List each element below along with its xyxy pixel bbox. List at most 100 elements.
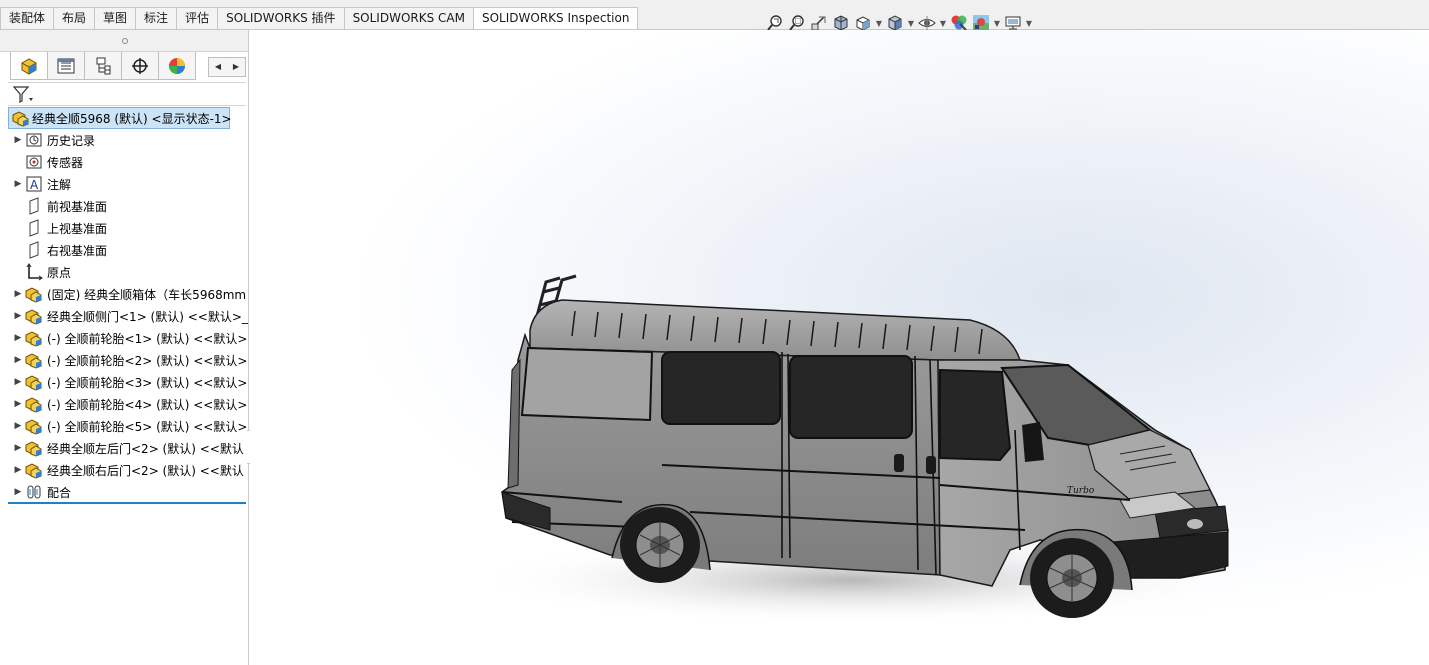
- assembly-icon: [11, 108, 29, 128]
- tree-item-label: (-) 全顺前轮胎<2> (默认) <<默认>: [47, 353, 248, 368]
- tree-item[interactable]: ▶ (-) 全顺前轮胎<4> (默认) <<默认>: [0, 393, 248, 415]
- tree-item[interactable]: ▶ 经典全顺左后门<2> (默认) <<默认: [0, 437, 248, 459]
- mates-icon: [24, 482, 44, 502]
- filter-icon[interactable]: [12, 85, 34, 108]
- tree-item-label: 经典全顺右后门<2> (默认) <<默认: [47, 463, 244, 478]
- tree-item[interactable]: ▶ (-) 全顺前轮胎<1> (默认) <<默认>: [0, 327, 248, 349]
- command-tab[interactable]: SOLIDWORKS CAM: [343, 7, 474, 29]
- tree-item-label: 注解: [47, 177, 72, 192]
- tree-item-label: 右视基准面: [47, 243, 108, 258]
- command-manager: 装配体 布局 草图 标注 评估 SOLIDWORKS 插件 SOLIDWORKS CAM SO…: [0, 0, 1429, 30]
- expand-arrow-icon[interactable]: ▶: [12, 355, 24, 365]
- panel-splitter[interactable]: [0, 30, 248, 52]
- plane-icon: [24, 218, 44, 238]
- rear-side-panel-window: [520, 346, 654, 422]
- subassembly-icon: [24, 394, 44, 414]
- rear-wheel: [620, 507, 700, 583]
- command-tabs: 装配体 布局 草图 标注 评估 SOLIDWORKS 插件 SOLIDWORKS CAM SO…: [0, 7, 639, 30]
- sliding-door-handle: [894, 454, 904, 472]
- tree-item[interactable]: ▶ (-) 全顺前轮胎<3> (默认) <<默认>: [0, 371, 248, 393]
- tree-item[interactable]: 前视基准面: [0, 195, 248, 217]
- scroll-right-icon[interactable]: ▶: [227, 58, 245, 76]
- command-tab[interactable]: SOLIDWORKS 插件: [217, 7, 345, 29]
- solidworks-window: 装配体 布局 草图 标注 评估 SOLIDWORKS 插件 SOLIDWORKS CAM SO…: [0, 0, 1429, 665]
- tree-item-label: 原点: [47, 265, 72, 280]
- design-tree: 经典全顺5968 (默认) <显示状态-1> ▶ 历史记录 传感器 ▶ A 注解前视基准面…: [0, 107, 248, 503]
- view-settings-caret-icon[interactable]: ▼: [1024, 19, 1034, 28]
- front-badge: [1187, 519, 1203, 529]
- command-tab[interactable]: SOLIDWORKS Inspection: [472, 7, 639, 30]
- graphics-area[interactable]: Turbo: [250, 30, 1429, 665]
- front-door-handle: [926, 456, 936, 474]
- expand-arrow-icon[interactable]: ▶: [12, 399, 24, 409]
- command-tab[interactable]: 装配体: [0, 7, 55, 29]
- display-style-caret-icon[interactable]: ▼: [906, 19, 916, 28]
- tree-item-label: (-) 全顺前轮胎<5> (默认) <<默认>: [47, 419, 248, 434]
- annotation-icon: A: [24, 174, 44, 194]
- tree-items: ▶ 历史记录 传感器 ▶ A 注解前视基准面上视基准面右视基准面原点 ▶ (固定) 经典全顺箱…: [0, 129, 248, 503]
- tree-item-label: (固定) 经典全顺箱体（车长5968mm: [47, 287, 247, 302]
- tree-item[interactable]: ▶ A 注解: [0, 173, 248, 195]
- tree-item[interactable]: 传感器: [0, 151, 248, 173]
- property-manager-icon[interactable]: [47, 52, 85, 80]
- front-wheel: [1030, 538, 1114, 618]
- tree-item[interactable]: 原点: [0, 261, 248, 283]
- tree-item[interactable]: ▶ (-) 全顺前轮胎<2> (默认) <<默认>: [0, 349, 248, 371]
- tree-filter-bar: [8, 82, 246, 106]
- display-manager-icon[interactable]: [158, 52, 196, 80]
- expand-arrow-icon[interactable]: ▶: [12, 135, 24, 145]
- tree-item-label: 经典全顺侧门<1> (默认) <<默认>_: [47, 309, 248, 324]
- command-tab[interactable]: 布局: [53, 7, 96, 29]
- command-tab[interactable]: 标注: [135, 7, 178, 29]
- view-orientation-caret-icon[interactable]: ▼: [874, 19, 884, 28]
- feature-manager-panel: ◀ ▶ 经典全顺5968 (默认) <显示状态-1> ▶ 历史记录 传感器 ▶ A 注解前…: [0, 30, 249, 665]
- sensor-icon: [24, 152, 44, 172]
- tree-root-assembly[interactable]: 经典全顺5968 (默认) <显示状态-1>: [8, 107, 232, 129]
- side-window-2: [789, 355, 913, 439]
- subassembly-icon: [24, 460, 44, 480]
- expand-arrow-icon[interactable]: ▶: [12, 289, 24, 299]
- tree-end-rollback-bar[interactable]: [8, 502, 246, 504]
- scroll-left-icon[interactable]: ◀: [209, 58, 227, 76]
- tree-item[interactable]: 上视基准面: [0, 217, 248, 239]
- plane-icon: [24, 196, 44, 216]
- tree-item[interactable]: 右视基准面: [0, 239, 248, 261]
- manager-tabs: [10, 52, 196, 80]
- tree-item-label: 配合: [47, 485, 72, 500]
- tree-item[interactable]: ▶ (固定) 经典全顺箱体（车长5968mm: [0, 283, 248, 305]
- subassembly-icon: [24, 306, 44, 326]
- expand-arrow-icon[interactable]: ▶: [12, 311, 24, 321]
- expand-arrow-icon[interactable]: ▶: [12, 333, 24, 343]
- expand-arrow-icon[interactable]: ▶: [12, 487, 24, 497]
- history-icon: [24, 130, 44, 150]
- side-window-1: [661, 351, 781, 425]
- tree-item-label: 前视基准面: [47, 199, 108, 214]
- tree-item[interactable]: ▶ 经典全顺侧门<1> (默认) <<默认>_: [0, 305, 248, 327]
- dimxpert-manager-icon[interactable]: [121, 52, 159, 80]
- feature-manager-icon[interactable]: [10, 52, 48, 80]
- hide-show-caret-icon[interactable]: ▼: [938, 19, 948, 28]
- subassembly-icon: [24, 372, 44, 392]
- expand-arrow-icon[interactable]: ▶: [12, 465, 24, 475]
- subassembly-icon: [24, 284, 44, 304]
- splitter-handle-icon[interactable]: [122, 38, 128, 44]
- plane-icon: [24, 240, 44, 260]
- command-tab[interactable]: 评估: [176, 7, 219, 29]
- expand-arrow-icon[interactable]: ▶: [12, 179, 24, 189]
- expand-arrow-icon[interactable]: ▶: [12, 421, 24, 431]
- tree-item[interactable]: ▶ 配合: [0, 481, 248, 503]
- manager-tabs-scroller: ◀ ▶: [208, 57, 246, 77]
- expand-arrow-icon[interactable]: ▶: [12, 443, 24, 453]
- tree-item[interactable]: ▶ 经典全顺右后门<2> (默认) <<默认: [0, 459, 248, 481]
- rear-pillar: [507, 358, 521, 489]
- tree-item[interactable]: ▶ (-) 全顺前轮胎<5> (默认) <<默认>: [0, 415, 248, 437]
- configuration-manager-icon[interactable]: [84, 52, 122, 80]
- tree-item-label: (-) 全顺前轮胎<3> (默认) <<默认>: [47, 375, 248, 390]
- expand-arrow-icon[interactable]: ▶: [12, 377, 24, 387]
- tree-item[interactable]: ▶ 历史记录: [0, 129, 248, 151]
- turbo-badge: Turbo: [1067, 486, 1095, 496]
- apply-scene-caret-icon[interactable]: ▼: [992, 19, 1002, 28]
- front-door-window: [939, 368, 1012, 462]
- command-tab[interactable]: 草图: [94, 7, 137, 29]
- svg-text:A: A: [30, 178, 39, 192]
